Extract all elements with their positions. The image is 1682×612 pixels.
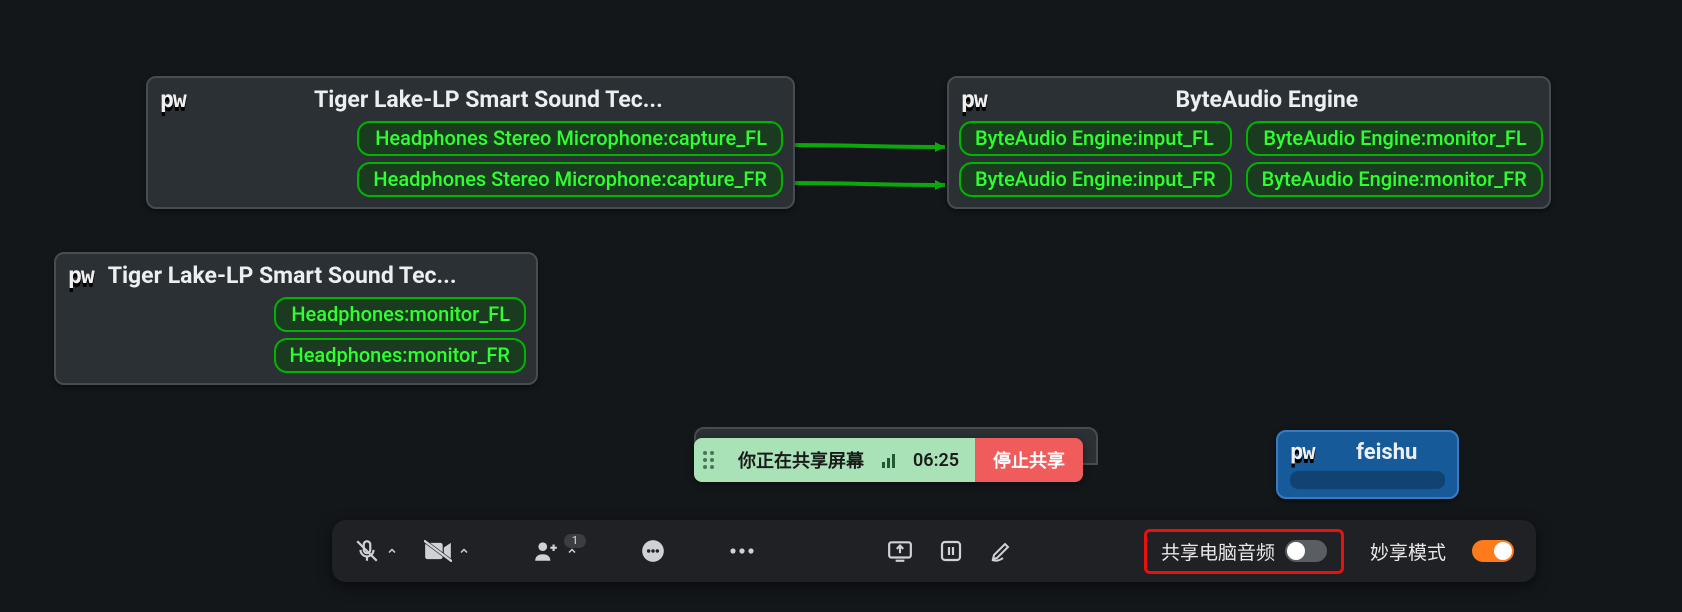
node-title: ByteAudio Engine [1001, 86, 1533, 113]
input-ports: ByteAudio Engine:input_FL ByteAudio Engi… [959, 121, 1232, 197]
more-icon [728, 546, 756, 556]
participants-count-badge: 1 [564, 534, 586, 548]
output-ports: Headphones:monitor_FL Headphones:monitor… [274, 297, 526, 373]
pipewire-icon: pw [160, 87, 186, 113]
magic-share-mode-label: 妙享模式 [1370, 538, 1446, 565]
pipewire-icon: pw [68, 263, 94, 289]
port-input[interactable]: ByteAudio Engine:input_FL [959, 121, 1232, 156]
output-ports: ByteAudio Engine:monitor_FL ByteAudio En… [1246, 121, 1543, 197]
mute-mic-button[interactable] [354, 538, 398, 564]
feishu-toolbar[interactable]: 1 [332, 520, 1536, 582]
signal-icon [882, 452, 895, 468]
node-header[interactable]: pw feishu [1290, 440, 1445, 465]
output-ports: Headphones Stereo Microphone:capture_FL … [357, 121, 783, 197]
node-header[interactable]: pw ByteAudio Engine [959, 86, 1539, 121]
drag-handle-icon[interactable] [694, 438, 722, 482]
share-screen-icon [887, 539, 913, 563]
port-input[interactable]: ByteAudio Engine:input_FR [959, 162, 1232, 197]
node-header[interactable]: pw Tiger Lake-LP Smart Sound Tec... [66, 262, 526, 297]
share-computer-audio-group[interactable]: 共享电脑音频 [1144, 529, 1344, 574]
node-feishu[interactable]: pw feishu [1276, 430, 1459, 499]
camera-off-button[interactable] [424, 540, 470, 562]
mic-muted-icon [354, 538, 380, 564]
pause-share-button[interactable] [939, 539, 963, 563]
add-participant-icon [532, 538, 560, 564]
magic-share-mode-toggle[interactable] [1472, 540, 1514, 562]
share-computer-audio-label: 共享电脑音频 [1161, 538, 1275, 565]
share-timer: 06:25 [913, 450, 959, 471]
port-output[interactable]: ByteAudio Engine:monitor_FL [1246, 121, 1543, 156]
node-tiger-lake-source[interactable]: pw Tiger Lake-LP Smart Sound Tec... Head… [146, 76, 795, 209]
chat-icon [640, 538, 666, 564]
share-status: 你正在共享屏幕 06:25 [722, 438, 975, 482]
pause-icon [939, 539, 963, 563]
stop-sharing-button[interactable]: 停止共享 [975, 438, 1083, 482]
port-output[interactable]: Headphones Stereo Microphone:capture_FL [357, 121, 783, 156]
annotate-button[interactable] [989, 539, 1013, 563]
port-output[interactable]: ByteAudio Engine:monitor_FR [1246, 162, 1543, 197]
pencil-icon [989, 539, 1013, 563]
chevron-up-icon[interactable] [458, 545, 470, 557]
port-output[interactable]: Headphones:monitor_FR [274, 338, 526, 373]
chevron-up-icon[interactable] [386, 545, 398, 557]
screen-share-bar[interactable]: 你正在共享屏幕 06:25 停止共享 [694, 438, 1083, 482]
more-button[interactable] [728, 546, 756, 556]
node-tiger-lake-monitor[interactable]: pw Tiger Lake-LP Smart Sound Tec... Head… [54, 252, 538, 385]
participants-button[interactable]: 1 [532, 538, 578, 564]
share-computer-audio-toggle[interactable] [1285, 540, 1327, 562]
node-title: Tiger Lake-LP Smart Sound Tec... [200, 86, 777, 113]
share-status-text: 你正在共享屏幕 [738, 447, 864, 473]
node-byteaudio-engine[interactable]: pw ByteAudio Engine ByteAudio Engine:inp… [947, 76, 1551, 209]
node-header[interactable]: pw Tiger Lake-LP Smart Sound Tec... [158, 86, 783, 121]
pipewire-icon: pw [1290, 440, 1315, 465]
node-title: Tiger Lake-LP Smart Sound Tec... [108, 262, 520, 289]
camera-off-icon [424, 540, 452, 562]
pipewire-icon: pw [961, 87, 987, 113]
chat-button[interactable] [640, 538, 666, 564]
port-output[interactable]: Headphones:monitor_FL [274, 297, 526, 332]
node-title: feishu [1329, 440, 1446, 465]
share-screen-button[interactable] [887, 539, 913, 563]
node-feishu-port-obscured [1290, 471, 1445, 489]
port-output[interactable]: Headphones Stereo Microphone:capture_FR [357, 162, 783, 197]
